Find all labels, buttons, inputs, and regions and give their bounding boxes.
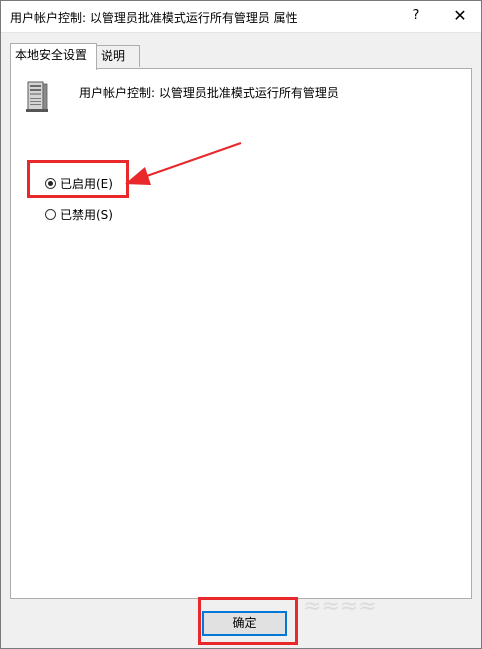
radio-disabled[interactable]: 已禁用(S) xyxy=(45,206,113,222)
tab-explain[interactable]: 说明 xyxy=(96,45,140,67)
window-title: 用户帐户控制: 以管理员批准模式运行所有管理员 属性 xyxy=(10,11,298,25)
watermark: ≈≈≈≈ xyxy=(303,594,377,619)
tab-local-security-setting[interactable]: 本地安全设置 xyxy=(10,43,97,70)
close-button[interactable]: ✕ xyxy=(445,1,475,32)
policy-name: 用户帐户控制: 以管理员批准模式运行所有管理员 xyxy=(79,86,339,100)
radio-disabled-label[interactable]: 已禁用(S) xyxy=(60,206,113,223)
tab-panel xyxy=(10,68,472,599)
highlight-box-enabled xyxy=(27,160,129,198)
highlight-box-ok xyxy=(198,597,298,645)
server-policy-icon xyxy=(26,81,48,112)
help-button[interactable]: ? xyxy=(401,1,431,32)
properties-dialog: 用户帐户控制: 以管理员批准模式运行所有管理员 属性 ? ✕ 本地安全设置 说明… xyxy=(0,0,482,649)
radio-disabled-circle[interactable] xyxy=(45,208,56,220)
title-bar[interactable]: 用户帐户控制: 以管理员批准模式运行所有管理员 属性 ? ✕ xyxy=(1,1,481,33)
